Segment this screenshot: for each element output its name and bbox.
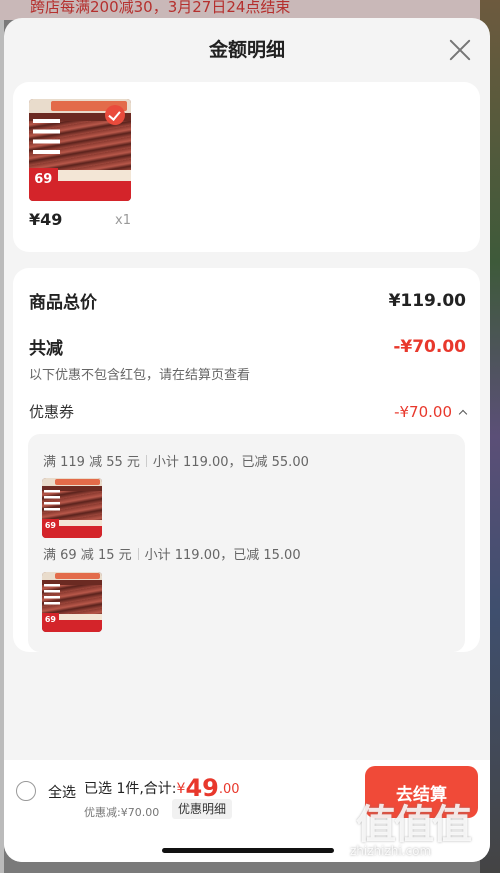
- product-image-price: 69: [29, 168, 58, 191]
- selected-text: 已选 1件,合计:: [84, 781, 177, 797]
- product-quantity: x1: [115, 213, 131, 228]
- chevron-up-icon[interactable]: [458, 409, 468, 418]
- select-all-radio[interactable]: [16, 781, 36, 801]
- reduce-label: 共减: [29, 339, 63, 359]
- close-icon[interactable]: [448, 38, 472, 62]
- product-image[interactable]: 69: [29, 99, 131, 201]
- reduce-row: 共减 -¥70.00: [29, 334, 466, 360]
- select-all-label[interactable]: 全选: [48, 782, 76, 802]
- discount-text: 优惠减:¥70.00: [84, 806, 160, 819]
- coupon-label: 优惠券: [29, 403, 75, 421]
- coupon-value-wrap: -¥70.00: [394, 402, 468, 421]
- watermark-logo: 值值值: [356, 802, 472, 848]
- amount-detail-sheet: 金额明细 69 ¥49 x1 商品总价 ¥119.00 共减 -¥70.00 以…: [4, 18, 490, 862]
- coupon-detail: 小计 119.00，已减 15.00: [144, 548, 301, 563]
- coupon-rule: 满 119 减 55 元: [43, 455, 140, 470]
- coupon-product-image-price: 69: [42, 612, 59, 626]
- coupon-rule: 满 69 减 15 元: [43, 548, 132, 563]
- coupon-product-image: 69: [42, 478, 102, 538]
- coupon-list: 满 119 减 55 元小计 119.00，已减 55.00 69 满 69 减…: [28, 434, 465, 652]
- total-amount-decimal: .00: [218, 782, 240, 797]
- watermark-url: zhizhizhi.com: [350, 844, 432, 858]
- coupon-value: -¥70.00: [394, 402, 452, 421]
- coupon-row[interactable]: 优惠券 -¥70.00: [29, 401, 468, 422]
- total-label: 商品总价: [29, 293, 97, 313]
- background-banner: 跨店每满200减30，3月27日24点结束: [0, 0, 500, 20]
- sheet-title: 金额明细: [208, 39, 285, 61]
- product-price: ¥49: [29, 210, 63, 229]
- sheet-header: 金额明细: [4, 18, 490, 82]
- coupon-item-2: 满 69 减 15 元小计 119.00，已减 15.00: [43, 544, 301, 563]
- coupon-product-image: 69: [42, 572, 102, 632]
- home-indicator[interactable]: [162, 848, 334, 853]
- selected-check-icon[interactable]: [105, 105, 125, 125]
- background-banner-text: 跨店每满200减30，3月27日24点结束: [30, 0, 291, 16]
- coupon-item-1: 满 119 减 55 元小计 119.00，已减 55.00: [43, 451, 309, 470]
- total-summary: 已选 1件,合计:¥49.00: [84, 774, 240, 802]
- price-summary-card: 商品总价 ¥119.00 共减 -¥70.00 以下优惠不包含红包，请在结算页查…: [13, 268, 480, 652]
- reduce-note: 以下优惠不包含红包，请在结算页查看: [29, 368, 251, 383]
- total-value: ¥119.00: [388, 290, 466, 311]
- watermark: 值值值 zhizhizhi.com: [350, 792, 490, 864]
- product-card: 69 ¥49 x1: [13, 82, 480, 252]
- total-row: 商品总价 ¥119.00: [29, 288, 466, 314]
- reduce-value: -¥70.00: [393, 336, 466, 357]
- coupon-detail: 小计 119.00，已减 55.00: [152, 455, 309, 470]
- total-amount: 49: [185, 774, 219, 802]
- coupon-product-image-price: 69: [42, 518, 59, 532]
- discount-detail-button[interactable]: 优惠明细: [172, 799, 233, 819]
